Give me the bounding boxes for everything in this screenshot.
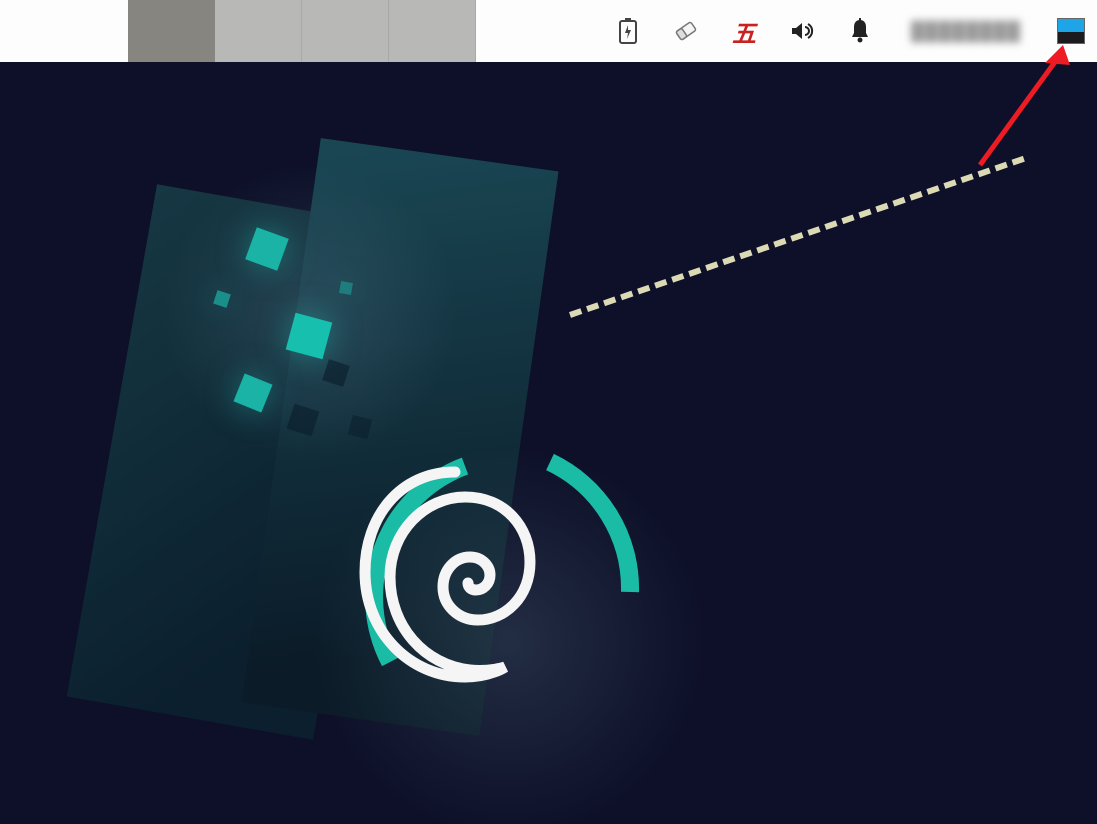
eraser-icon[interactable]	[671, 16, 701, 46]
input-method-icon[interactable]: 五	[729, 16, 759, 46]
user-name-label[interactable]: ████████	[903, 21, 1029, 42]
desktop[interactable]	[0, 62, 1097, 824]
light-beam	[569, 156, 1025, 318]
task-item[interactable]	[302, 0, 389, 62]
battery-charging-icon[interactable]	[613, 16, 643, 46]
taskbar: 五 ████████	[0, 0, 1097, 62]
taskbar-left-margin	[0, 3, 128, 59]
task-item[interactable]	[389, 0, 476, 62]
task-item-active[interactable]	[128, 0, 215, 62]
system-tray: 五 ████████	[613, 16, 1097, 46]
wallpaper	[0, 62, 1097, 824]
task-item[interactable]	[215, 0, 302, 62]
volume-icon[interactable]	[787, 16, 817, 46]
show-desktop-button[interactable]	[1057, 18, 1085, 44]
teal-ring	[330, 412, 670, 752]
taskbar-tasks	[128, 0, 476, 62]
bell-icon[interactable]	[845, 16, 875, 46]
ime-label: 五	[732, 14, 756, 49]
